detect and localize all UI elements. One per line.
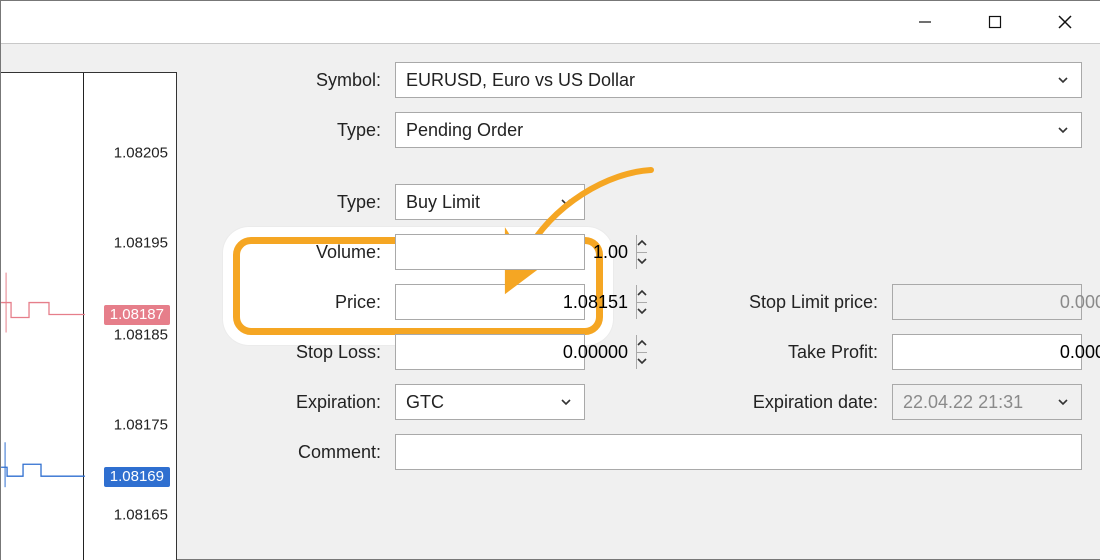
axis-tick: 1.08175 [114,417,168,434]
price-step-up[interactable] [637,285,647,302]
axis-tick: 1.08165 [114,507,168,524]
volume-input[interactable] [396,235,636,269]
label-symbol: Symbol: [211,70,381,91]
volume-spin[interactable] [395,234,585,270]
label-comment: Comment: [211,442,381,463]
row-expiration: Expiration: GTC Expiration date: 22.04.2… [211,384,1082,420]
window-titlebar [1,1,1100,43]
chevron-down-icon [552,185,580,219]
order-form: Symbol: EURUSD, Euro vs US Dollar Type: … [211,62,1082,559]
label-stop-loss: Stop Loss: [211,342,381,363]
chart-lines [1,73,85,560]
order-type-select[interactable]: Buy Limit [395,184,585,220]
ask-price-flag: 1.08187 [104,305,170,325]
row-volume: Volume: [211,234,1082,270]
volume-step-up[interactable] [637,235,647,252]
chevron-down-icon [1049,113,1077,147]
row-execution-type: Type: Pending Order [211,112,1082,148]
label-volume: Volume: [211,242,381,263]
axis-tick: 1.08185 [114,327,168,344]
axis-tick: 1.08195 [114,235,168,252]
chevron-down-icon [1049,385,1077,419]
take-profit-spin[interactable] [892,334,1082,370]
price-input[interactable] [396,285,636,319]
comment-box[interactable] [395,434,1082,470]
label-stop-limit: Stop Limit price: [749,292,878,313]
row-price: Price: Stop Limit price: [211,284,1082,320]
sl-step-up[interactable] [637,335,647,352]
stop-loss-spin[interactable] [395,334,585,370]
comment-input[interactable] [396,435,1081,469]
label-order-type: Type: [211,192,381,213]
bid-price-flag: 1.08169 [104,467,170,487]
stop-loss-input[interactable] [396,335,636,369]
label-type: Type: [211,120,381,141]
chevron-down-icon [1049,63,1077,97]
row-symbol: Symbol: EURUSD, Euro vs US Dollar [211,62,1082,98]
price-preview-chart: 1.08205 1.08195 1.08187 1.08185 1.08175 … [1,72,177,560]
row-comment: Comment: [211,434,1082,470]
execution-type-select[interactable]: Pending Order [395,112,1082,148]
close-button[interactable] [1030,1,1100,43]
row-sl-tp: Stop Loss: Take Profit: [211,334,1082,370]
maximize-button[interactable] [960,1,1030,43]
symbol-value: EURUSD, Euro vs US Dollar [396,70,1081,91]
price-spin[interactable] [395,284,585,320]
label-expiration-date: Expiration date: [753,392,878,413]
stop-limit-spin [892,284,1082,320]
label-take-profit: Take Profit: [788,342,878,363]
take-profit-input[interactable] [893,335,1100,369]
order-window: 1.08205 1.08195 1.08187 1.08185 1.08175 … [0,0,1100,560]
price-step-down[interactable] [637,302,647,320]
row-order-type: Type: Buy Limit [211,184,1082,220]
chevron-down-icon [552,385,580,419]
stop-limit-input [893,285,1100,319]
expiration-date-field: 22.04.22 21:31 [892,384,1082,420]
expiration-select[interactable]: GTC [395,384,585,420]
label-price: Price: [211,292,381,313]
sl-step-down[interactable] [637,352,647,370]
axis-tick: 1.08205 [114,145,168,162]
symbol-select[interactable]: EURUSD, Euro vs US Dollar [395,62,1082,98]
window-body: 1.08205 1.08195 1.08187 1.08185 1.08175 … [1,44,1100,559]
volume-step-down[interactable] [637,252,647,270]
minimize-button[interactable] [890,1,960,43]
label-expiration: Expiration: [211,392,381,413]
execution-type-value: Pending Order [396,120,1081,141]
